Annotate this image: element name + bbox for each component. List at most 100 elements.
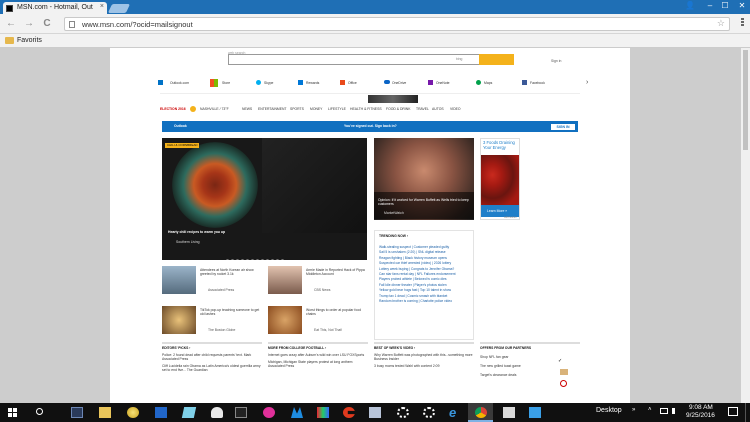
news-card[interactable]: Armie Made in Reported Hack of Pippa Mid… [268, 266, 368, 296]
taskbar-app[interactable] [496, 403, 521, 422]
app-skype[interactable]: Skype [264, 81, 273, 85]
section-item[interactable]: Michigan, Michigan State players protest… [268, 360, 368, 368]
section-title[interactable]: BEST OF WEEK'S VIDEO › [374, 344, 474, 350]
nav-entertainment[interactable]: ENTERTAINMENT [258, 107, 287, 111]
app-store[interactable]: Store [222, 81, 230, 85]
skype-icon[interactable] [256, 80, 261, 85]
maps-icon[interactable] [476, 80, 481, 85]
taskbar-app[interactable] [92, 403, 117, 422]
taskbar-app[interactable] [284, 403, 309, 422]
scrollbar-thumb[interactable] [743, 50, 748, 150]
web-search-button[interactable] [479, 54, 514, 65]
taskbar-app[interactable] [228, 403, 253, 422]
nav-travel[interactable]: TRAVEL [416, 107, 429, 111]
app-rewards[interactable]: Rewards [306, 81, 319, 85]
user-icon[interactable]: 👤 [680, 0, 700, 12]
outlook-icon[interactable] [158, 80, 163, 85]
star-icon[interactable]: ☆ [717, 18, 725, 29]
desktop-toolbar-label[interactable]: Desktop [596, 407, 622, 414]
section-item[interactable]: Cliff Lucidelia rain Obama as Latin Amer… [162, 364, 262, 372]
search-taskbar-button[interactable] [28, 403, 53, 422]
taskbar-app[interactable] [336, 403, 361, 422]
apps-next-icon[interactable]: › [586, 79, 588, 86]
taskbar-app[interactable] [522, 403, 547, 422]
taskbar-app[interactable] [120, 403, 145, 422]
nav-lifestyle[interactable]: LIFESTYLE [328, 107, 346, 111]
partner-thumbnail[interactable] [560, 369, 568, 375]
taskbar-app[interactable] [176, 403, 201, 422]
tab-close-icon[interactable]: × [100, 3, 104, 10]
section-item[interactable]: Why Warren Buffett was photographed with… [374, 353, 474, 361]
tray-up-icon[interactable]: ˄ [648, 407, 652, 413]
nav-election[interactable]: ELECTION 2016 [160, 107, 186, 111]
search-input[interactable] [228, 54, 483, 65]
nav-sports[interactable]: SPORTS [290, 107, 304, 111]
forward-button[interactable]: → [22, 17, 36, 31]
office-icon[interactable] [340, 80, 345, 85]
section-item[interactable]: Internet goes crazy after Auburn's wild … [268, 353, 368, 357]
facebook-icon[interactable] [522, 80, 527, 85]
app-outlook[interactable]: Outlook.com [170, 81, 189, 85]
taskbar-app[interactable] [256, 403, 281, 422]
ad-headline[interactable]: 3 Foods Draining Your Energy [483, 140, 519, 150]
header-ad[interactable] [368, 95, 418, 103]
clock-date[interactable]: 9/25/2016 [686, 412, 715, 419]
app-maps[interactable]: Maps [484, 81, 492, 85]
nav-news[interactable]: NEWS [242, 107, 252, 111]
taskbar-app[interactable] [310, 403, 335, 422]
section-title[interactable]: OFFERS FROM OUR PARTNERS [480, 344, 580, 350]
banner-sign-in-button[interactable]: SIGN IN [551, 124, 575, 130]
card-title[interactable]: TikTok pop-up teaching someone to get ol… [200, 308, 262, 316]
nav-health[interactable]: HEALTH & FITNESS [350, 107, 382, 111]
nav-money[interactable]: MONEY [310, 107, 322, 111]
start-button[interactable] [0, 403, 25, 422]
network-icon[interactable] [660, 408, 668, 414]
app-office[interactable]: Office [348, 81, 357, 85]
menu-icon[interactable] [738, 17, 746, 29]
taskbar-app[interactable] [148, 403, 173, 422]
rewards-icon[interactable] [298, 80, 303, 85]
store-icon[interactable] [210, 79, 218, 87]
adchoices-label[interactable]: AdChoices [504, 216, 517, 219]
hero-headline[interactable]: Hearty chili recipes to warm you up [168, 230, 225, 234]
taskbar-app[interactable] [204, 403, 229, 422]
section-title[interactable]: MORE FROM COLLEGE FOOTBALL › [268, 344, 368, 350]
close-window-button[interactable]: ✕ [732, 0, 750, 12]
nav-food[interactable]: FOOD & DRINK [386, 107, 411, 111]
new-tab-button[interactable] [107, 4, 131, 13]
card-title[interactable]: Armie Made in Reported Hack of Pippa Mid… [306, 268, 368, 276]
card-title[interactable]: Attendees at North Korean air show greet… [200, 268, 262, 276]
taskbar-settings[interactable] [390, 403, 415, 422]
card-title[interactable]: Worst things to order at popular food ch… [306, 308, 368, 316]
nav-video[interactable]: VIDEO [450, 107, 461, 111]
section-title[interactable]: EDITORS' PICKS › [162, 344, 262, 350]
app-onenote[interactable]: OneNote [436, 81, 450, 85]
clock-time[interactable]: 9:08 AM [689, 404, 713, 411]
nav-autos[interactable]: AUTOS [432, 107, 444, 111]
target-logo[interactable] [560, 380, 567, 387]
bookmark-favorits[interactable]: Favorits [17, 37, 42, 44]
tab-msn[interactable]: MSN.com - Hotmail, Out × [3, 2, 107, 14]
taskbar-app[interactable] [362, 403, 387, 422]
feature-headline[interactable]: Opinion: If it worked for Warren Buffett… [378, 198, 470, 206]
volume-icon[interactable] [672, 408, 678, 414]
trending-item[interactable]: Random brother is coming | Charlotte pol… [379, 299, 471, 304]
notifications-icon[interactable] [728, 407, 738, 416]
taskbar-settings-2[interactable] [416, 403, 441, 422]
hero-carousel[interactable]: CHILI & CORNBREAD Hearty chili recipes t… [162, 138, 367, 260]
app-facebook[interactable]: Facebook [530, 81, 545, 85]
address-bar[interactable]: www.msn.com/?ocid=mailsignout ☆ [64, 17, 730, 31]
taskbar-chrome[interactable] [468, 403, 493, 422]
back-button[interactable]: ← [4, 17, 18, 31]
reload-button[interactable]: C [40, 17, 54, 31]
ad-image[interactable] [481, 155, 519, 205]
onedrive-icon[interactable] [384, 80, 390, 84]
onenote-icon[interactable] [428, 80, 433, 85]
carousel-dots[interactable] [226, 249, 306, 260]
news-card[interactable]: Worst things to order at popular food ch… [268, 306, 368, 336]
scrollbar[interactable] [741, 48, 750, 403]
nike-logo[interactable]: ✓ [558, 358, 568, 364]
nav-weather[interactable]: NASHVILLE / 73°F [200, 107, 229, 111]
taskbar-app[interactable] [64, 403, 89, 422]
tray-chevron-icon[interactable]: » [632, 407, 635, 413]
